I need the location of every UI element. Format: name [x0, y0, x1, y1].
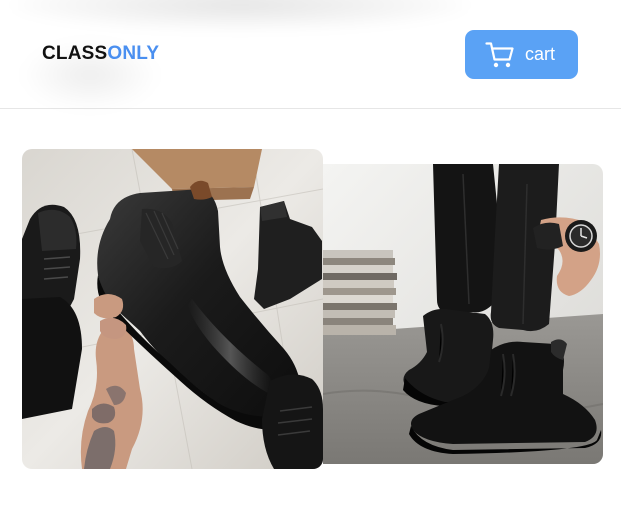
leather-boot-photo — [22, 149, 323, 469]
logo-text-class: CLASS — [42, 43, 108, 64]
header-shadow — [10, 0, 470, 30]
logo-text-only: ONLY — [107, 43, 160, 64]
cart-icon — [485, 42, 514, 68]
brand-logo[interactable]: CLASSONLY — [42, 42, 159, 66]
cart-label: cart — [525, 44, 556, 64]
page: CLASSONLY cart — [0, 0, 621, 510]
suede-boot-photo — [323, 164, 603, 464]
product-image-suede-boot[interactable] — [323, 164, 603, 464]
cart-button[interactable]: cart — [465, 30, 578, 79]
top-navbar: CLASSONLY cart — [0, 0, 621, 110]
product-image-leather-boot[interactable] — [22, 149, 323, 469]
